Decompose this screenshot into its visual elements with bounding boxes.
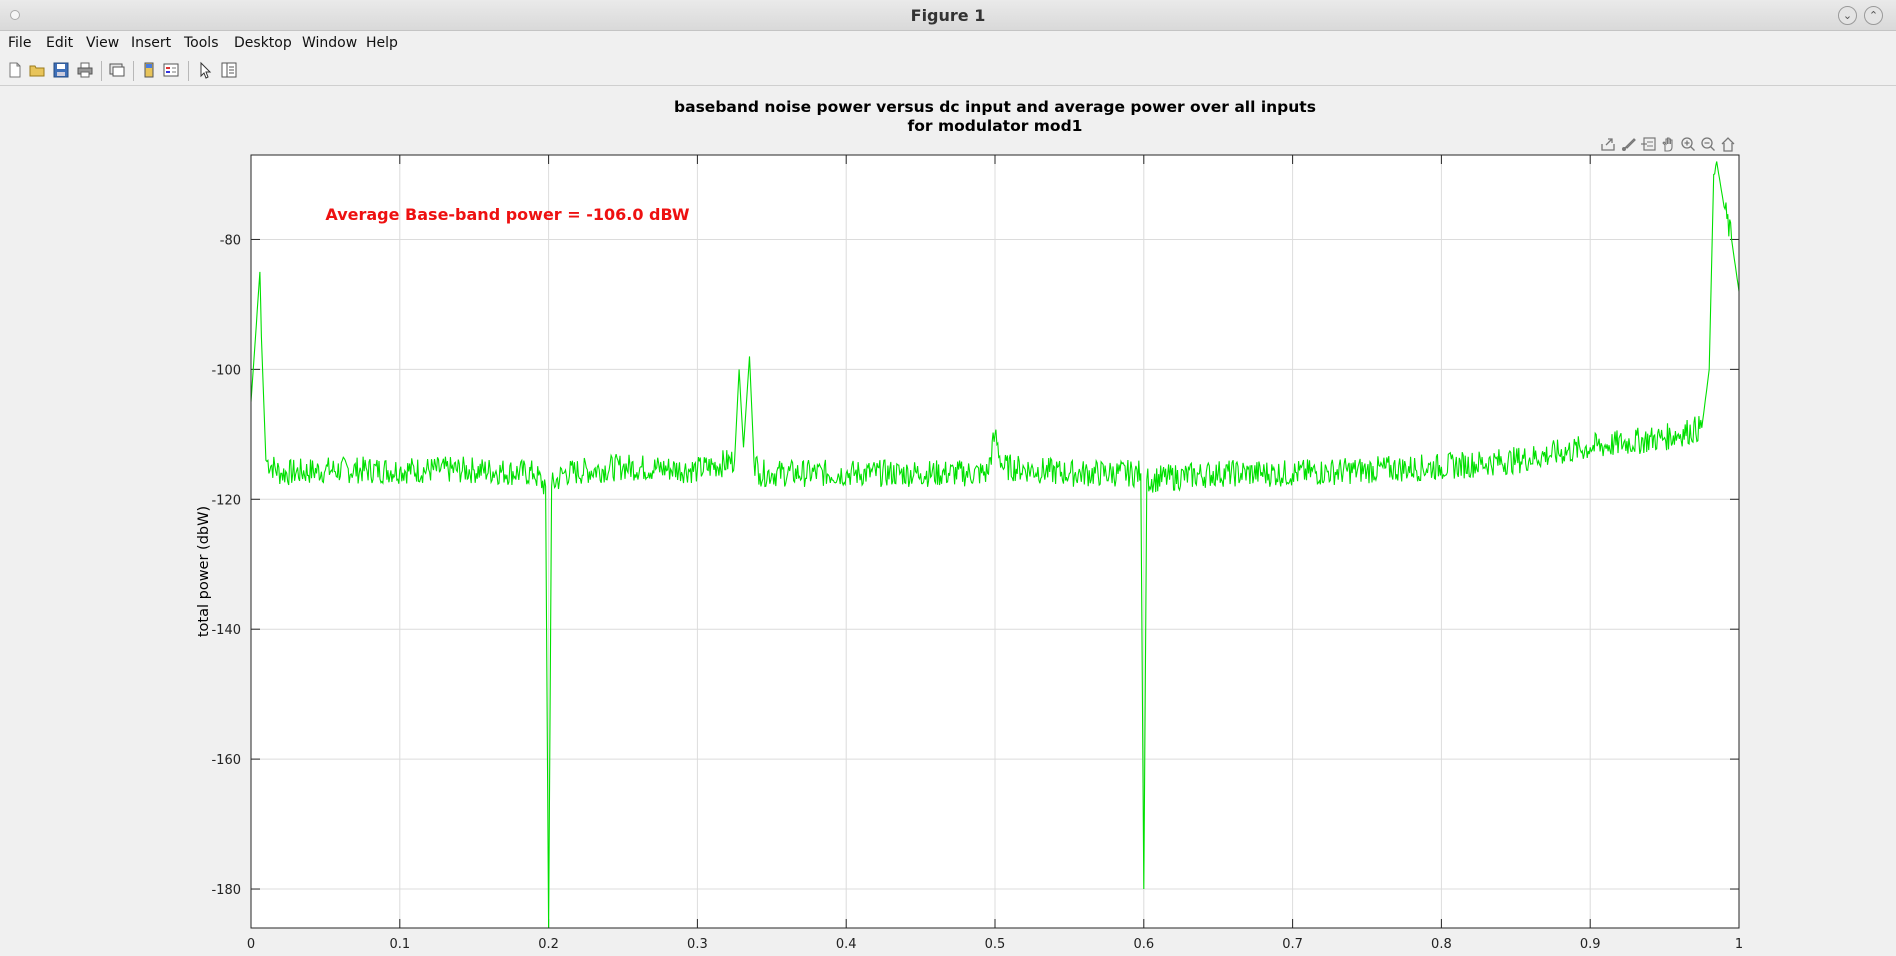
chart-title: baseband noise power versus dc input and… xyxy=(674,98,1316,116)
new-figure-icon[interactable] xyxy=(6,61,24,79)
x-tick-label: 0 xyxy=(247,937,255,952)
x-tick-label: 1 xyxy=(1735,937,1743,952)
menu-window[interactable]: Window xyxy=(302,35,357,51)
axes-toolbar xyxy=(1601,137,1735,152)
maximize-icon[interactable]: ⌃ xyxy=(1864,6,1883,25)
toolbar-separator xyxy=(101,61,102,81)
colorbar-icon[interactable] xyxy=(140,61,158,79)
figure-window: Figure 1 ⌄ ⌃ File Edit View Insert Tools… xyxy=(0,0,1896,952)
x-tick-label: 0.4 xyxy=(836,937,857,952)
x-tick-label: 0.5 xyxy=(985,937,1006,952)
property-inspector-icon[interactable] xyxy=(220,61,238,79)
pan-icon[interactable] xyxy=(1662,137,1673,152)
average-power-annotation: Average Base-band power = -106.0 dBW xyxy=(325,205,689,224)
pointer-icon[interactable] xyxy=(196,61,214,79)
y-tick-label: -160 xyxy=(211,753,241,768)
y-tick-label: -140 xyxy=(211,623,241,638)
link-plot-icon[interactable] xyxy=(108,61,126,79)
y-tick-label: -80 xyxy=(220,233,241,248)
open-icon[interactable] xyxy=(28,61,46,79)
x-tick-label: 0.1 xyxy=(389,937,410,952)
chart[interactable]: baseband noise power versus dc input and… xyxy=(0,86,1896,952)
save-icon[interactable] xyxy=(52,61,70,79)
menu-help[interactable]: Help xyxy=(366,35,398,51)
x-tick-label: 0.7 xyxy=(1282,937,1303,952)
x-tick-label: 0.9 xyxy=(1580,937,1601,952)
menu-edit[interactable]: Edit xyxy=(46,35,73,51)
y-tick-label: -100 xyxy=(211,363,241,378)
figure-canvas: baseband noise power versus dc input and… xyxy=(0,86,1896,952)
menu-desktop[interactable]: Desktop xyxy=(234,35,292,51)
window-title: Figure 1 xyxy=(910,6,986,25)
menu-bar: File Edit View Insert Tools Desktop Wind… xyxy=(0,31,1896,57)
x-tick-label: 0.6 xyxy=(1133,937,1154,952)
brush-icon[interactable] xyxy=(1622,138,1636,151)
y-axis-label: total power (dbW) xyxy=(196,506,212,637)
datatip-icon[interactable] xyxy=(1641,137,1656,151)
x-tick-label: 0.3 xyxy=(687,937,708,952)
print-icon[interactable] xyxy=(76,61,94,79)
toolbar-separator xyxy=(188,61,189,81)
export-icon[interactable] xyxy=(1601,138,1615,151)
menu-file[interactable]: File xyxy=(8,35,31,51)
zoom-in-icon[interactable] xyxy=(1681,137,1695,151)
title-bar: Figure 1 ⌄ ⌃ xyxy=(0,0,1896,31)
zoom-out-icon[interactable] xyxy=(1701,137,1715,151)
chart-subtitle: for modulator mod1 xyxy=(908,117,1083,135)
menu-view[interactable]: View xyxy=(86,35,119,51)
x-tick-label: 0.2 xyxy=(538,937,559,952)
menu-insert[interactable]: Insert xyxy=(131,35,171,51)
legend-icon[interactable] xyxy=(162,61,180,79)
minimize-icon[interactable]: ⌄ xyxy=(1838,6,1857,25)
menu-tools[interactable]: Tools xyxy=(184,35,219,51)
home-icon[interactable] xyxy=(1721,137,1735,152)
y-tick-label: -180 xyxy=(211,883,241,898)
x-tick-label: 0.8 xyxy=(1431,937,1452,952)
figure-toolbar xyxy=(0,57,1896,86)
toolbar-separator xyxy=(133,61,134,81)
y-tick-label: -120 xyxy=(211,493,241,508)
